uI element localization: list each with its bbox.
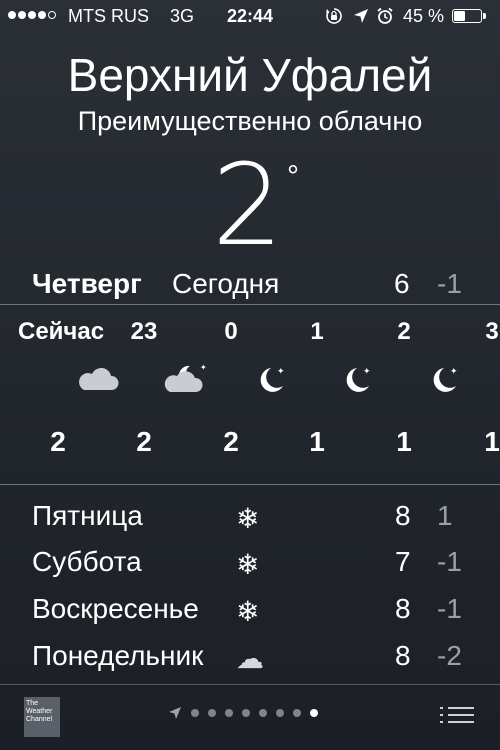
current-temperature: 2: [212, 141, 284, 271]
today-high: 6: [394, 268, 410, 299]
divider-top: [0, 304, 500, 305]
today-label: Сегодня: [172, 268, 280, 299]
today-weekday: Четверг: [32, 268, 142, 299]
page-dot: [293, 709, 301, 717]
moon-stars-icon: ✦: [346, 366, 371, 392]
page-dots: [191, 709, 318, 717]
location-arrow-icon: [354, 9, 368, 23]
day-low: -1: [437, 593, 462, 624]
hour-temp: 2: [50, 426, 66, 457]
battery-icon: [452, 9, 482, 23]
day-low: 1: [437, 500, 453, 531]
svg-text:✦: ✦: [277, 366, 285, 376]
hour-time: 1: [310, 318, 324, 345]
page-dot: [191, 709, 199, 717]
hour-temp: 1: [309, 426, 325, 457]
snowflake-icon: ❄: [236, 503, 260, 534]
partly-cloudy-night-icon: ✦: [164, 363, 207, 392]
page-dot: [310, 709, 318, 717]
page-dot: [276, 709, 284, 717]
day-name: Пятница: [32, 500, 143, 531]
city-name: Верхний Уфалей: [67, 49, 433, 101]
weather-channel-logo[interactable]: The Weather Channel: [24, 697, 60, 737]
day-name: Понедельник: [32, 640, 204, 671]
snowflake-icon: ❄: [236, 596, 260, 627]
hour-time: 3: [485, 318, 499, 345]
bottom-bar-divider: [0, 684, 500, 685]
battery-cap: [483, 13, 486, 19]
day-name: Воскресенье: [32, 593, 199, 624]
hour-temp: 1: [484, 426, 500, 457]
weather-condition: Преимущественно облачно: [77, 106, 423, 136]
today-low: -1: [437, 268, 462, 299]
list-view-button[interactable]: [440, 704, 474, 726]
rotation-lock-icon: [326, 8, 342, 24]
day-high: 7: [395, 546, 411, 577]
hour-temp: 2: [223, 426, 239, 457]
alarm-icon: [377, 7, 393, 24]
divider-bottom: [0, 484, 500, 485]
hour-time: Сейчас: [18, 318, 105, 345]
day-name: Суббота: [32, 546, 142, 577]
page-dot: [242, 709, 250, 717]
daily-row: Понедельник ☁ 8 -2: [0, 640, 500, 686]
hour-temp: 1: [396, 426, 412, 457]
hour-time: 23: [130, 318, 158, 345]
page-indicator[interactable]: [168, 703, 318, 723]
day-low: -2: [437, 640, 462, 671]
cloud-icon: [79, 367, 119, 390]
svg-text:✦: ✦: [363, 366, 371, 376]
hourly-forecast[interactable]: Сейчас 2 23 ✦ 2 0 ✦ 2 1 ✦ 1 2 ✦ 1 3 1: [0, 318, 500, 478]
hour-time: 2: [397, 318, 411, 345]
day-high: 8: [395, 640, 411, 671]
battery-level: [454, 11, 465, 21]
moon-stars-icon: ✦: [492, 360, 500, 400]
day-low: -1: [437, 546, 462, 577]
location-arrow-icon: [169, 707, 181, 719]
page-dot: [208, 709, 216, 717]
daily-row: Суббота ❄ 7 -1: [0, 546, 500, 592]
degree-symbol: °: [287, 160, 299, 193]
svg-text:✦: ✦: [450, 366, 458, 376]
day-high: 8: [395, 593, 411, 624]
page-dot: [259, 709, 267, 717]
status-bar: MTS RUS 3G 22:44 45 %: [0, 0, 500, 34]
hour-temp: 2: [136, 426, 152, 457]
cloud-icon: ☁: [236, 643, 264, 674]
daily-row: Пятница ❄ 8 1: [0, 500, 500, 546]
battery-percent: 45 %: [403, 6, 445, 26]
moon-stars-icon: ✦: [260, 366, 285, 392]
svg-text:✦: ✦: [200, 363, 207, 372]
snowflake-icon: ❄: [236, 549, 260, 580]
page-dot: [225, 709, 233, 717]
moon-stars-icon: ✦: [433, 366, 458, 392]
hour-time: 0: [224, 318, 238, 345]
daily-row: Воскресенье ❄ 8 -1: [0, 593, 500, 639]
day-high: 8: [395, 500, 411, 531]
